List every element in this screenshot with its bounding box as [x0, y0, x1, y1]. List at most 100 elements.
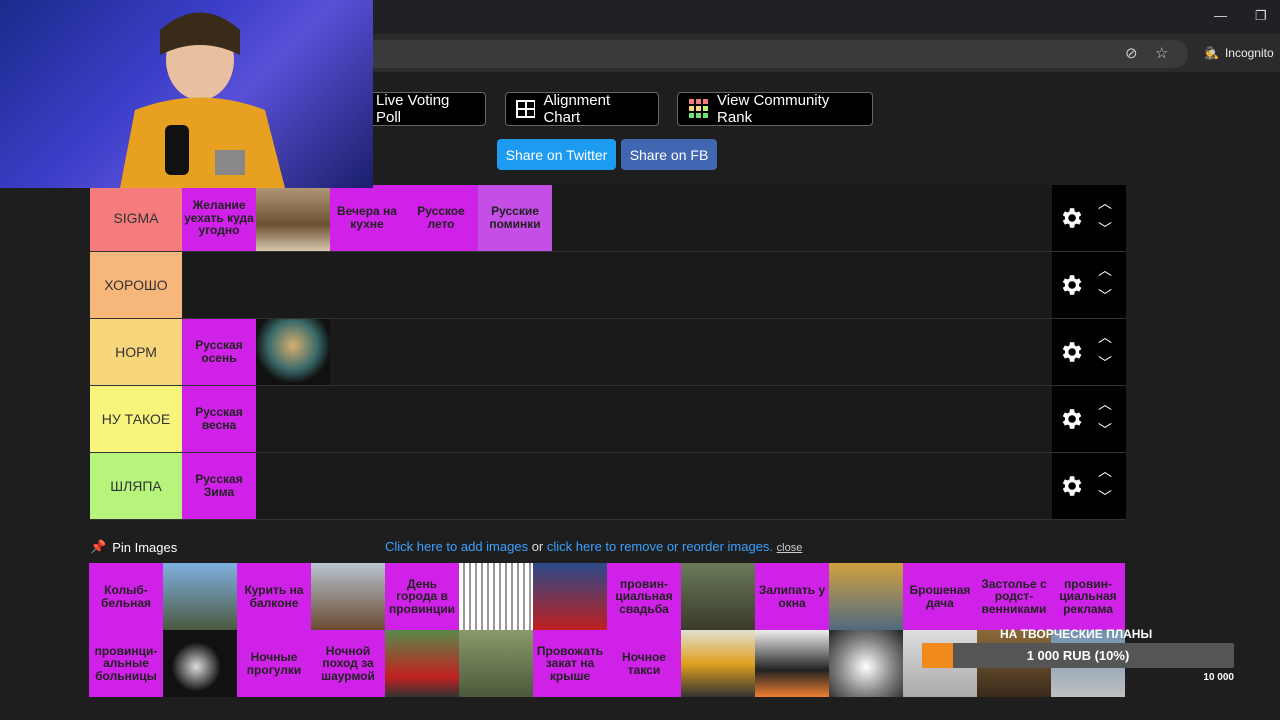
pool-item[interactable]: Ночные прогулки [237, 630, 311, 697]
pool-item-image[interactable] [459, 630, 533, 697]
tier-controls: ︿ ﹀ [1052, 319, 1126, 385]
remove-images-link[interactable]: click here to remove or reorder images. [547, 539, 773, 554]
tier-list: SIGMA Желание уехать куда угодно Вечера … [90, 185, 1126, 520]
pool-item-image[interactable] [829, 563, 903, 630]
tier-item-image[interactable] [256, 319, 330, 385]
donation-title: НА ТВОРЧЕСКИЕ ПЛАНЫ [1000, 627, 1153, 641]
donation-goal: 10 000 [1203, 672, 1234, 683]
pool-item[interactable]: Застолье с родст-венниками [977, 563, 1051, 630]
live-voting-label: Live Voting Poll [376, 92, 450, 126]
move-down-icon[interactable]: ﹀ [1098, 487, 1112, 507]
tier-row-good: ХОРОШО ︿ ﹀ [90, 252, 1126, 319]
pool-item[interactable]: Брошеная дача [903, 563, 977, 630]
pool-item-image[interactable] [681, 630, 755, 697]
tier-items: Желание уехать куда угодно Вечера на кух… [182, 185, 1052, 251]
tier-items: Русская Зима [182, 453, 1052, 519]
donation-amount: 1 000 RUB (10%) [1026, 648, 1130, 663]
pool-item[interactable]: Колыб-бельная [89, 563, 163, 630]
pool-item[interactable]: провин-циальная свадьба [607, 563, 681, 630]
webcam-overlay [0, 0, 373, 188]
or-text: or [531, 539, 544, 554]
tier-label-good[interactable]: ХОРОШО [90, 252, 182, 318]
pin-images-label: Pin Images [112, 539, 178, 555]
pin-images-bar: 📌 Pin Images Click here to add images or… [90, 537, 1126, 561]
add-images-link[interactable]: Click here to add images [385, 539, 528, 554]
tier-item[interactable]: Русская весна [182, 386, 256, 452]
donation-progress: 1 000 RUB (10%) [922, 643, 1234, 668]
tier-row-sigma: SIGMA Желание уехать куда угодно Вечера … [90, 185, 1126, 252]
tier-row-hat: ШЛЯПА Русская Зима ︿ ﹀ [90, 453, 1126, 520]
pool-item[interactable]: Ночное такси [607, 630, 681, 697]
eye-off-icon[interactable]: ⊘ [1125, 44, 1138, 62]
tier-item[interactable]: Русские поминки [478, 185, 552, 251]
alignment-chart-button[interactable]: Alignment Chart [505, 92, 659, 126]
tier-row-meh: НУ ТАКОЕ Русская весна ︿ ﹀ [90, 386, 1126, 453]
pool-item[interactable]: провинци-альные больницы [89, 630, 163, 697]
move-up-icon[interactable]: ︿ [1098, 260, 1112, 280]
share-twitter-button[interactable]: Share on Twitter [497, 139, 616, 170]
pool-item-image[interactable] [385, 630, 459, 697]
gear-icon[interactable] [1058, 339, 1084, 365]
pool-item-image[interactable] [311, 563, 385, 630]
tier-label-norm[interactable]: НОРМ [90, 319, 182, 385]
tier-controls: ︿ ﹀ [1052, 185, 1126, 251]
pool-item-image[interactable] [163, 630, 237, 697]
pool-item-image[interactable] [163, 563, 237, 630]
pool-item-image[interactable] [533, 563, 607, 630]
pool-item[interactable]: День города в провинции [385, 563, 459, 630]
tier-item[interactable]: Желание уехать куда угодно [182, 185, 256, 251]
incognito-indicator[interactable]: 🕵 Incognito [1196, 39, 1280, 67]
tier-item[interactable]: Русское лето [404, 185, 478, 251]
community-rank-label: View Community Rank [717, 92, 830, 126]
gear-icon[interactable] [1058, 272, 1084, 298]
pool-item[interactable]: Курить на балконе [237, 563, 311, 630]
close-link[interactable]: close [777, 542, 803, 554]
move-down-icon[interactable]: ﹀ [1098, 353, 1112, 373]
tier-controls: ︿ ﹀ [1052, 252, 1126, 318]
pool-item[interactable]: Ночной поход за шаурмой [311, 630, 385, 697]
tier-item[interactable]: Русская осень [182, 319, 256, 385]
incognito-label: Incognito [1224, 46, 1274, 60]
move-down-icon[interactable]: ﹀ [1098, 420, 1112, 440]
gear-icon[interactable] [1058, 406, 1084, 432]
tier-controls: ︿ ﹀ [1052, 386, 1126, 452]
pool-item-image[interactable] [755, 630, 829, 697]
move-down-icon[interactable]: ﹀ [1098, 286, 1112, 306]
gear-icon[interactable] [1058, 473, 1084, 499]
tier-grid-icon [689, 99, 708, 118]
tier-items: Русская осень [182, 319, 1052, 385]
pool-item[interactable]: Провожать закат на крыше [533, 630, 607, 697]
tier-items [182, 252, 1052, 318]
grid-icon [516, 100, 536, 118]
tier-row-norm: НОРМ Русская осень ︿ ﹀ [90, 319, 1126, 386]
minimize-icon[interactable]: — [1214, 8, 1227, 23]
move-up-icon[interactable]: ︿ [1098, 193, 1112, 213]
pool-item-image[interactable] [829, 630, 903, 697]
image-links: Click here to add images or click here t… [385, 539, 802, 554]
tier-item[interactable]: Русская Зима [182, 453, 256, 519]
move-up-icon[interactable]: ︿ [1098, 394, 1112, 414]
restore-icon[interactable]: ❐ [1255, 8, 1267, 24]
incognito-icon: 🕵 [1204, 46, 1219, 60]
tier-label-meh[interactable]: НУ ТАКОЕ [90, 386, 182, 452]
alignment-chart-label: Alignment Chart [543, 92, 611, 126]
move-up-icon[interactable]: ︿ [1098, 461, 1112, 481]
pool-item[interactable]: провин-циальная реклама [1051, 563, 1125, 630]
tier-item-image[interactable] [256, 185, 330, 251]
star-icon[interactable]: ☆ [1155, 44, 1168, 62]
pool-item[interactable]: Залипать у окна [755, 563, 829, 630]
move-down-icon[interactable]: ﹀ [1098, 219, 1112, 239]
tier-label-sigma[interactable]: SIGMA [90, 185, 182, 251]
share-fb-button[interactable]: Share on FB [621, 139, 717, 170]
tier-label-hat[interactable]: ШЛЯПА [90, 453, 182, 519]
tier-item[interactable]: Вечера на кухне [330, 185, 404, 251]
live-voting-button[interactable]: Live Voting Poll [368, 92, 486, 126]
move-up-icon[interactable]: ︿ [1098, 327, 1112, 347]
pool-item-image[interactable] [681, 563, 755, 630]
gear-icon[interactable] [1058, 205, 1084, 231]
pool-item-image[interactable] [459, 563, 533, 630]
pin-images-toggle[interactable]: 📌 Pin Images [90, 539, 177, 555]
pin-icon: 📌 [90, 539, 107, 554]
community-rank-button[interactable]: View Community Rank [677, 92, 873, 126]
webcam-figure [120, 12, 285, 188]
